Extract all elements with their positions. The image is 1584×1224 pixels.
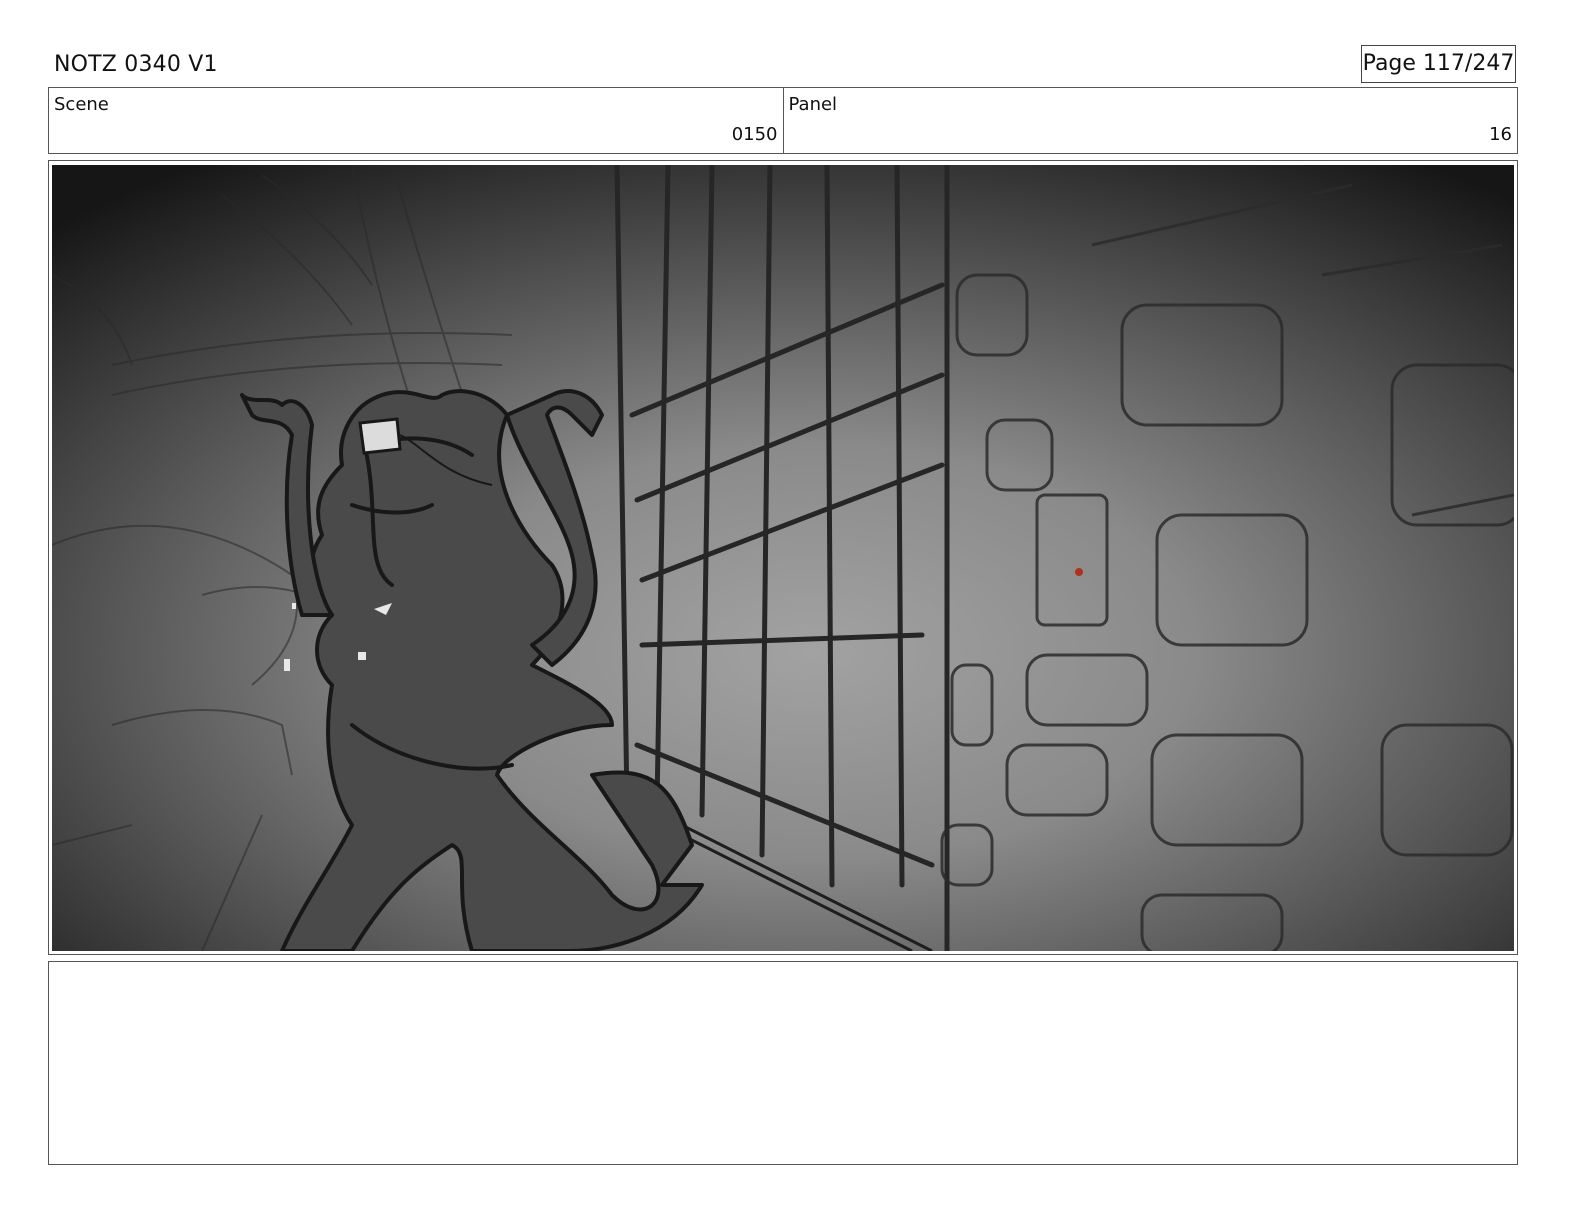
document-title: NOTZ 0340 V1 <box>54 52 218 77</box>
panel-cell: Panel 16 <box>782 88 1518 153</box>
creature-tag <box>358 417 402 455</box>
sketch-illustration <box>52 165 1514 951</box>
scene-label: Scene <box>54 94 109 115</box>
page-number-box: Page 117/247 <box>1361 45 1516 83</box>
background-gradient <box>52 165 1514 951</box>
storyboard-frame-image <box>52 165 1514 951</box>
scene-number: 0150 <box>731 124 778 145</box>
wall-button-red <box>1075 568 1083 576</box>
panel-number: 16 <box>1489 124 1512 145</box>
scene-panel-info-row: Scene 0150 Panel 16 <box>48 87 1518 154</box>
notes-box <box>48 961 1518 1165</box>
panel-label: Panel <box>788 94 838 115</box>
scene-cell: Scene 0150 <box>49 88 783 153</box>
